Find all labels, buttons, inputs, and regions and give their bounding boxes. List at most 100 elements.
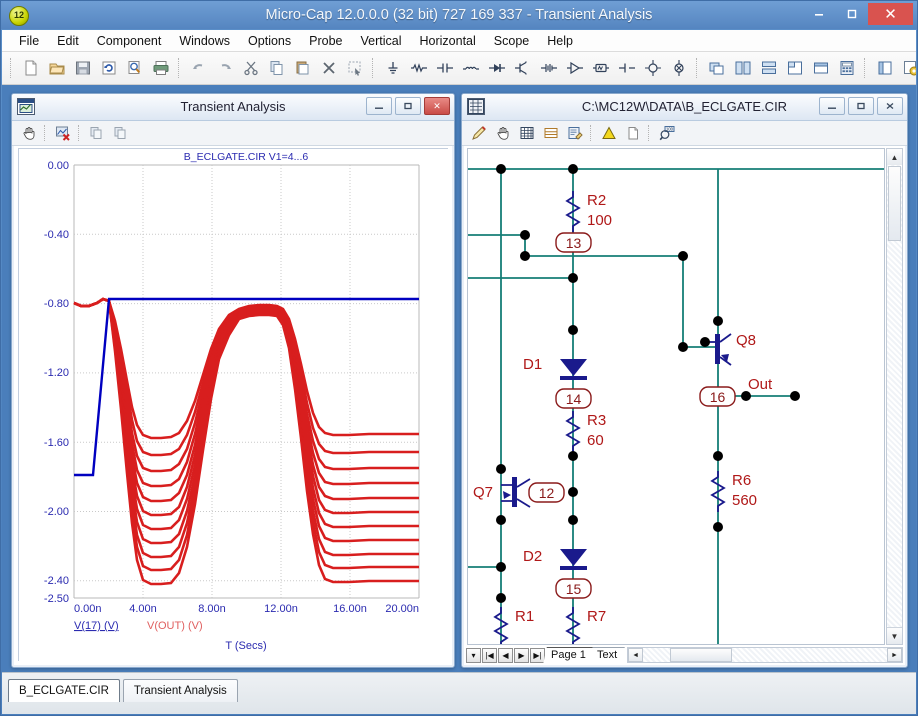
xtick-2: 8.00n <box>198 603 226 615</box>
window-tab-schematic[interactable]: B_ECLGATE.CIR <box>8 679 120 702</box>
menu-vertical[interactable]: Vertical <box>352 32 411 50</box>
digital-icon[interactable] <box>588 55 614 81</box>
node-14[interactable]: 14 <box>556 389 591 408</box>
edit-wizard-icon[interactable] <box>563 122 587 144</box>
schematic-minimize-button[interactable] <box>819 97 845 115</box>
maximize-window-icon[interactable] <box>808 55 834 81</box>
diode-icon[interactable] <box>484 55 510 81</box>
switch-icon[interactable] <box>614 55 640 81</box>
undo-icon[interactable] <box>186 55 212 81</box>
schematic-window-title-bar[interactable]: C:\MC12W\DATA\B_ECLGATE.CIR <box>462 94 907 121</box>
window-tab-transient[interactable]: Transient Analysis <box>123 679 238 702</box>
cut-scissors-icon[interactable] <box>238 55 264 81</box>
pan-hand-icon[interactable] <box>491 122 515 144</box>
schematic-canvas[interactable]: R2 100 13 D1 <box>467 148 885 645</box>
menu-file[interactable]: File <box>10 32 48 50</box>
settings-gear-icon[interactable] <box>898 55 916 81</box>
cascade-icon[interactable] <box>704 55 730 81</box>
schematic-window[interactable]: C:\MC12W\DATA\B_ECLGATE.CIR <box>461 93 908 668</box>
graph-restore-button[interactable] <box>395 97 421 115</box>
redo-icon[interactable] <box>212 55 238 81</box>
menu-probe[interactable]: Probe <box>300 32 351 50</box>
first-page-button[interactable]: |◀ <box>482 648 497 663</box>
bulb-icon[interactable] <box>666 55 692 81</box>
revert-icon[interactable] <box>96 55 122 81</box>
menu-help[interactable]: Help <box>538 32 582 50</box>
magnify-value-icon[interactable]: 100 <box>655 122 679 144</box>
resistor-icon[interactable] <box>406 55 432 81</box>
node-13[interactable]: 13 <box>556 233 591 252</box>
plot-area[interactable]: B_ECLGATE.CIR V1=4...6 0.00 -0.40 -0.80 … <box>18 148 448 661</box>
hscroll-right-arrow[interactable]: ► <box>887 648 902 662</box>
tile-vertical-icon[interactable] <box>730 55 756 81</box>
component-R6[interactable]: R6 560 <box>712 471 757 512</box>
page-icon[interactable] <box>621 122 645 144</box>
minimize-button[interactable] <box>802 3 835 25</box>
vscroll-down-arrow[interactable]: ▼ <box>887 627 902 644</box>
grid-table-icon[interactable] <box>515 122 539 144</box>
select-region-icon[interactable] <box>342 55 368 81</box>
menu-edit[interactable]: Edit <box>48 32 88 50</box>
label-R3-value: 60 <box>587 432 604 449</box>
opamp-icon[interactable] <box>562 55 588 81</box>
tile-window-icon[interactable] <box>782 55 808 81</box>
schematic-vertical-scrollbar[interactable]: ▲ ▼ <box>886 148 903 645</box>
component-R2[interactable]: R2 100 <box>567 191 612 232</box>
duplicate-plot-icon[interactable] <box>109 122 133 144</box>
menu-windows[interactable]: Windows <box>170 32 239 50</box>
calculator-icon[interactable] <box>834 55 860 81</box>
page-dropdown-button[interactable]: ▾ <box>466 648 481 663</box>
schematic-restore-button[interactable] <box>848 97 874 115</box>
schematic-horizontal-scrollbar[interactable]: ◄ ► <box>627 647 903 663</box>
maximize-button[interactable] <box>835 3 868 25</box>
last-page-button[interactable]: ▶| <box>530 648 545 663</box>
inductor-icon[interactable] <box>458 55 484 81</box>
node-12[interactable]: 12 <box>529 483 564 502</box>
clear-plot-icon[interactable] <box>51 122 75 144</box>
transistor-icon[interactable] <box>510 55 536 81</box>
vscroll-up-arrow[interactable]: ▲ <box>887 149 902 166</box>
xaxis-title: T (Secs) <box>225 640 266 652</box>
open-folder-icon[interactable] <box>44 55 70 81</box>
copy-plot-icon[interactable] <box>85 122 109 144</box>
probe-pen-icon[interactable] <box>467 122 491 144</box>
hscroll-thumb[interactable] <box>670 648 732 662</box>
ground-icon[interactable] <box>380 55 406 81</box>
copy-icon[interactable] <box>264 55 290 81</box>
page-tab-page1[interactable]: Page 1 <box>543 647 593 664</box>
graph-minimize-button[interactable] <box>366 97 392 115</box>
page-tab-text[interactable]: Text <box>589 647 625 664</box>
graph-window-title-bar[interactable]: Transient Analysis ✕ <box>12 94 454 121</box>
print-icon[interactable] <box>148 55 174 81</box>
pan-hand-icon[interactable] <box>17 122 41 144</box>
component-R3[interactable]: R3 60 <box>567 411 606 452</box>
menu-horizontal[interactable]: Horizontal <box>411 32 485 50</box>
new-file-icon[interactable] <box>18 55 44 81</box>
schematic-close-button[interactable] <box>877 97 903 115</box>
delete-x-icon[interactable] <box>316 55 342 81</box>
node-probe-icon[interactable] <box>640 55 666 81</box>
battery-icon[interactable] <box>536 55 562 81</box>
save-disk-icon[interactable] <box>70 55 96 81</box>
vscroll-thumb[interactable] <box>888 166 901 241</box>
panel-icon[interactable] <box>872 55 898 81</box>
node-15[interactable]: 15 <box>556 579 591 598</box>
menu-scope[interactable]: Scope <box>485 32 538 50</box>
close-button[interactable]: ✕ <box>868 3 913 25</box>
transient-analysis-window[interactable]: Transient Analysis ✕ <box>11 93 455 668</box>
ytick-4: -1.60 <box>44 437 69 449</box>
node-16[interactable]: 16 <box>700 387 735 406</box>
menu-options[interactable]: Options <box>239 32 300 50</box>
next-page-button[interactable]: ▶ <box>514 648 529 663</box>
paste-icon[interactable] <box>290 55 316 81</box>
hscroll-left-arrow[interactable]: ◄ <box>628 648 643 662</box>
graph-close-button[interactable]: ✕ <box>424 97 450 115</box>
capacitor-icon[interactable] <box>432 55 458 81</box>
warning-triangle-icon[interactable] <box>597 122 621 144</box>
attributes-icon[interactable] <box>539 122 563 144</box>
xtick-5: 20.00n <box>385 603 419 615</box>
print-preview-icon[interactable] <box>122 55 148 81</box>
menu-component[interactable]: Component <box>88 32 171 50</box>
tile-horizontal-icon[interactable] <box>756 55 782 81</box>
prev-page-button[interactable]: ◀ <box>498 648 513 663</box>
